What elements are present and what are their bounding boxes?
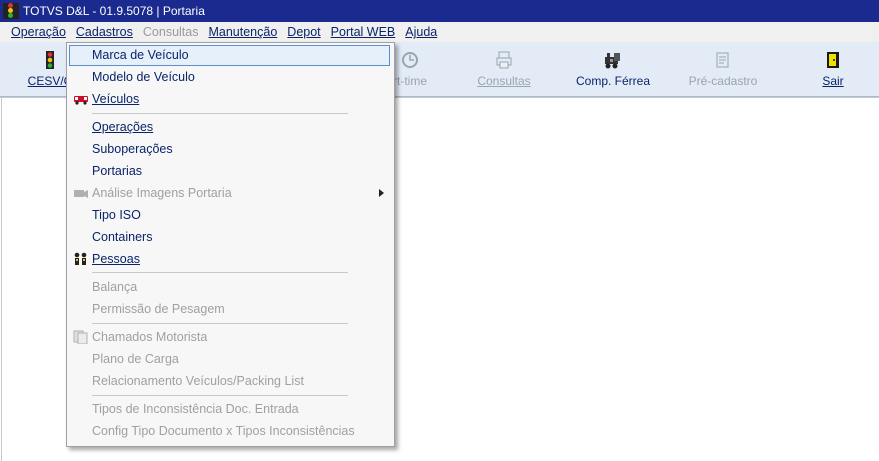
toolbar-turn-time-label: rt-time <box>393 74 427 88</box>
menu-item-label: Pessoas <box>92 252 140 266</box>
menu-item-veiculos[interactable]: Veículos <box>67 88 394 110</box>
document-edit-icon <box>714 50 732 70</box>
menu-item-label: Modelo de Veículo <box>92 70 195 84</box>
menu-item-permissao-de-pesagem[interactable]: Permissão de Pesagem <box>67 298 394 320</box>
toolbar-pre-cadastro-label: Pré-cadastro <box>688 74 758 88</box>
menu-consultas[interactable]: Consultas <box>138 25 204 39</box>
menu-item-label: Marca de Veículo <box>92 48 189 62</box>
menu-item-modelo-de-veiculo[interactable]: Modelo de Veículo <box>67 66 394 88</box>
menu-item-tipo-iso[interactable]: Tipo ISO <box>67 204 394 226</box>
menu-item-label: Operações <box>92 120 154 134</box>
menu-item-balanca[interactable]: Balança <box>67 276 394 298</box>
menu-item-label: Suboperações <box>92 142 173 156</box>
title-bar: TOTVS D&L - 01.9.5078 | Portaria <box>0 0 879 22</box>
menu-item-label: Veículos <box>92 92 140 106</box>
menu-item-label: Permissão de Pesagem <box>92 302 225 316</box>
menu-separator <box>92 272 348 273</box>
menu-item-label: Containers <box>92 230 153 244</box>
menu-item-chamados-motorista[interactable]: Chamados Motorista <box>67 326 394 348</box>
documents-icon <box>73 330 89 345</box>
menu-item-operacoes[interactable]: Operações <box>67 116 394 138</box>
menu-item-label: Análise Imagens Portaria <box>92 186 232 200</box>
menu-item-analise-imagens-portaria[interactable]: Análise Imagens Portaria <box>67 182 394 204</box>
toolbar-pre-cadastro-button[interactable]: Pré-cadastro <box>688 42 758 96</box>
menu-cadastros[interactable]: Cadastros <box>71 25 138 39</box>
submenu-arrow-icon <box>379 189 384 197</box>
menu-item-label: Config Tipo Documento x Tipos Inconsistê… <box>92 424 355 438</box>
exit-door-icon <box>826 50 840 70</box>
clock-icon <box>401 50 419 70</box>
menu-separator <box>92 323 348 324</box>
menu-portal-web[interactable]: Portal WEB <box>326 25 401 39</box>
menu-item-label: Portarias <box>92 164 143 178</box>
menu-depot[interactable]: Depot <box>282 25 325 39</box>
menu-item-label: Chamados Motorista <box>92 330 208 344</box>
menu-item-label: Plano de Carga <box>92 352 179 366</box>
menu-item-label: Relacionamento Veículos/Packing List <box>92 374 304 388</box>
menu-ajuda[interactable]: Ajuda <box>400 25 442 39</box>
menu-item-relacionamento-veiculos-packing-list[interactable]: Relacionamento Veículos/Packing List <box>67 370 394 392</box>
printer-icon <box>495 50 513 70</box>
menu-item-marca-de-veiculo[interactable]: Marca de Veículo <box>67 44 394 66</box>
menu-operacao[interactable]: Operação <box>0 25 71 39</box>
app-traffic-light-icon <box>3 3 19 19</box>
menu-separator <box>92 395 348 396</box>
menu-item-label: Balança <box>92 280 138 294</box>
window-title: TOTVS D&L - 01.9.5078 | Portaria <box>23 4 205 18</box>
menu-item-label: Tipo ISO <box>92 208 141 222</box>
cadastros-dropdown-menu: Marca de Veículo Modelo de Veículo Veícu… <box>66 42 395 447</box>
menu-item-containers[interactable]: Containers <box>67 226 394 248</box>
menu-item-label: Tipos de Inconsistência Doc. Entrada <box>92 402 299 416</box>
menu-item-plano-de-carga[interactable]: Plano de Carga <box>67 348 394 370</box>
menu-item-tipos-de-inconsistencia[interactable]: Tipos de Inconsistência Doc. Entrada <box>67 398 394 420</box>
menu-item-config-tipo-documento[interactable]: Config Tipo Documento x Tipos Inconsistê… <box>67 420 394 442</box>
locomotive-icon <box>602 50 624 70</box>
traffic-light-icon <box>43 50 57 70</box>
people-icon <box>73 252 89 266</box>
menu-item-portarias[interactable]: Portarias <box>67 160 394 182</box>
toolbar-comp-ferrea-label: Comp. Férrea <box>575 74 651 88</box>
toolbar-consultas-label: Consultas <box>477 74 531 88</box>
toolbar-comp-ferrea-button[interactable]: Comp. Férrea <box>576 42 650 96</box>
toolbar-sair-label: Sair <box>822 74 844 88</box>
truck-icon <box>73 92 89 106</box>
toolbar-consultas-button[interactable]: Consultas <box>474 42 534 96</box>
menu-item-suboperacoes[interactable]: Suboperações <box>67 138 394 160</box>
menu-item-pessoas[interactable]: Pessoas <box>67 248 394 270</box>
menu-bar: Operação Cadastros Consultas Manutenção … <box>0 22 879 42</box>
menu-manutencao[interactable]: Manutenção <box>203 25 282 39</box>
menu-separator <box>92 113 348 114</box>
camera-icon <box>73 186 89 200</box>
toolbar-sair-button[interactable]: Sair <box>813 42 853 96</box>
